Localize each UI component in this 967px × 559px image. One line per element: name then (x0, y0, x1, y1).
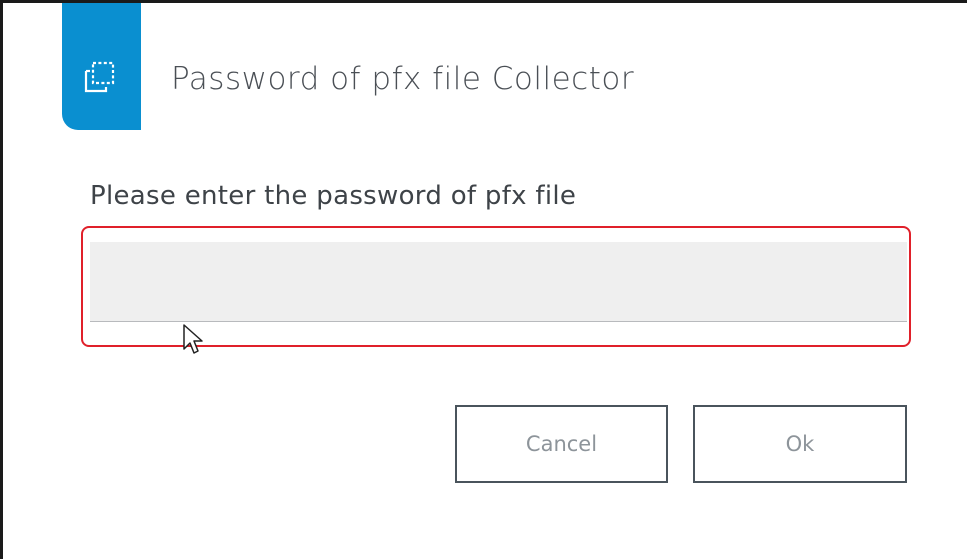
mouse-pointer-icon (183, 324, 203, 354)
password-prompt-label: Please enter the password of pfx file (90, 181, 577, 211)
dialog-title: Password of pfx file Collector (171, 61, 635, 97)
dialog-header-tab (62, 3, 141, 130)
input-highlight-outline (81, 226, 911, 347)
cancel-button[interactable]: Cancel (455, 405, 668, 483)
copy-dashed-icon (84, 61, 115, 93)
dialog-window: Password of pfx file Collector Please en… (0, 0, 967, 559)
ok-button[interactable]: Ok (693, 405, 907, 483)
